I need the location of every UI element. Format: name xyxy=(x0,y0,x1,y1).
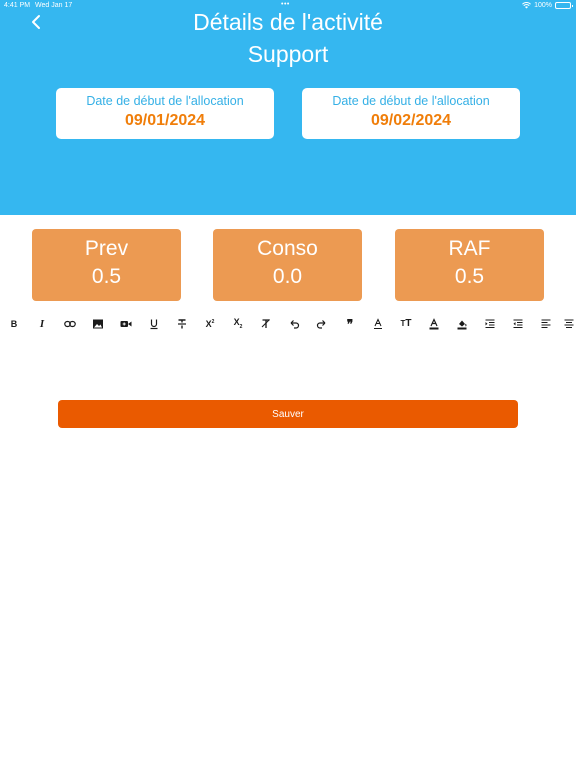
stat-card-prev: Prev 0.5 xyxy=(32,229,181,301)
blockquote-icon[interactable]: ❞ xyxy=(339,313,361,335)
outdent-icon[interactable] xyxy=(507,313,529,335)
stat-card-conso: Conso 0.0 xyxy=(213,229,362,301)
save-button[interactable]: Sauver xyxy=(58,400,518,428)
stat-value-conso: 0.0 xyxy=(272,265,303,288)
start-date-value: 09/01/2024 xyxy=(124,112,206,129)
align-center-icon[interactable] xyxy=(563,313,576,335)
bold-icon[interactable]: B xyxy=(3,313,25,335)
link-icon[interactable] xyxy=(59,313,81,335)
subscript-icon[interactable]: X2 xyxy=(227,313,249,335)
page-title: Détails de l'activité xyxy=(193,9,383,35)
end-date-value: 09/02/2024 xyxy=(370,112,452,129)
font-color-icon[interactable] xyxy=(423,313,445,335)
stat-label-raf: RAF xyxy=(448,237,491,260)
multitasking-dots-icon[interactable]: ••• xyxy=(281,1,290,8)
stat-label-conso: Conso xyxy=(257,237,318,260)
font-size-icon[interactable]: TT xyxy=(395,313,417,335)
header: 4:41 PM Wed Jan 17 ••• 100% Détails de l… xyxy=(0,0,576,215)
start-date-label: Date de début de l'allocation xyxy=(86,94,244,108)
text-color-icon[interactable] xyxy=(367,313,389,335)
end-date-label: Date de début de l'allocation xyxy=(332,94,490,108)
redo-icon[interactable] xyxy=(311,313,333,335)
start-date-card[interactable]: Date de début de l'allocation 09/01/2024 xyxy=(56,88,274,139)
stat-value-raf: 0.5 xyxy=(454,265,485,288)
stat-value-prev: 0.5 xyxy=(91,265,122,288)
indent-icon[interactable] xyxy=(479,313,501,335)
rich-text-toolbar: B I X2 X2 ❞ TT xyxy=(0,313,576,335)
image-icon[interactable] xyxy=(87,313,109,335)
strikethrough-icon[interactable] xyxy=(171,313,193,335)
align-left-icon[interactable] xyxy=(535,313,557,335)
undo-icon[interactable] xyxy=(283,313,305,335)
highlight-color-icon[interactable] xyxy=(451,313,473,335)
video-icon[interactable] xyxy=(115,313,137,335)
page-subtitle: Support xyxy=(247,41,329,67)
clear-format-icon[interactable] xyxy=(255,313,277,335)
stat-card-raf: RAF 0.5 xyxy=(395,229,544,301)
italic-icon[interactable]: I xyxy=(31,313,53,335)
underline-icon[interactable] xyxy=(143,313,165,335)
stat-label-prev: Prev xyxy=(84,237,129,260)
end-date-card[interactable]: Date de début de l'allocation 09/02/2024 xyxy=(302,88,520,139)
superscript-icon[interactable]: X2 xyxy=(199,313,221,335)
